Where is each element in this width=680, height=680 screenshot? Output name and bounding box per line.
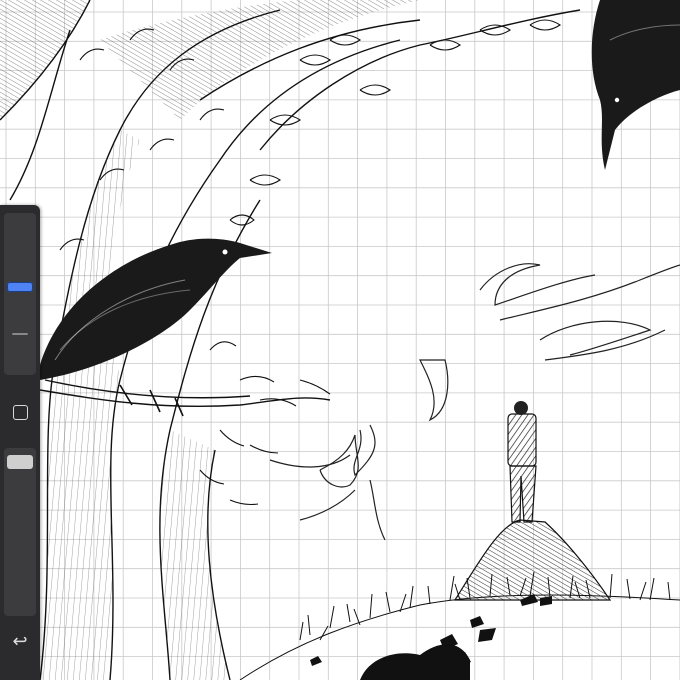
brush-size-slider-handle[interactable]	[7, 281, 33, 292]
brush-size-slider[interactable]	[4, 213, 36, 375]
modify-button[interactable]	[7, 399, 33, 425]
opacity-slider[interactable]	[4, 448, 36, 616]
crow-top-right	[591, 0, 680, 170]
wind-swirls	[269, 263, 680, 541]
square-icon	[12, 404, 28, 420]
procreate-sidebar: ↩	[0, 205, 40, 680]
brush-size-tick-mark	[12, 333, 28, 335]
undo-button[interactable]: ↩	[6, 627, 34, 655]
ground-debris	[310, 594, 552, 680]
hill-with-figure	[453, 401, 612, 601]
artwork	[0, 0, 680, 680]
undo-arrow-icon: ↩	[12, 631, 28, 651]
opacity-slider-handle[interactable]	[7, 455, 33, 470]
drawing-canvas[interactable]	[0, 0, 680, 680]
